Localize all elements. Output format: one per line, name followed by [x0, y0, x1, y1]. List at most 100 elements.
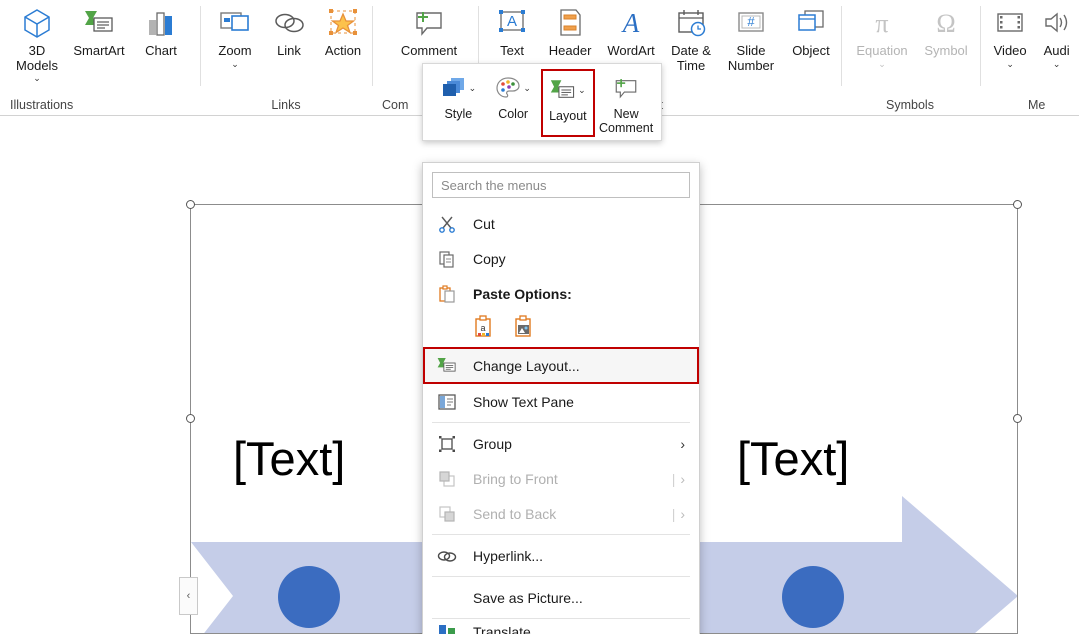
- mini-label-layout: Layout: [549, 109, 587, 123]
- mini-button-color[interactable]: ⌄ Color: [486, 69, 541, 137]
- ribbon-separator: [841, 6, 842, 86]
- context-menu-item-save-as-picture[interactable]: Save as Picture...: [423, 580, 699, 615]
- smartart-icon: [82, 6, 116, 40]
- context-menu-item-change-layout[interactable]: Change Layout...: [423, 347, 699, 384]
- ribbon-button-chart[interactable]: Chart: [130, 0, 192, 80]
- send-back-icon: [433, 503, 461, 525]
- context-menu-label-translate: Translate: [473, 624, 531, 634]
- link-icon: [272, 6, 306, 40]
- svg-text:Ω: Ω: [936, 9, 955, 38]
- search-menus-input[interactable]: Search the menus: [432, 172, 690, 198]
- chevron-down-icon[interactable]: ⌄: [231, 59, 239, 69]
- ribbon-group-illustrations: 3D Models ⌄ SmartArt Chart Illustrations: [0, 0, 200, 116]
- ribbon-label-slide-number: Slide Number: [727, 43, 775, 73]
- context-menu-item-group[interactable]: Group ›: [423, 426, 699, 461]
- mini-button-new-comment[interactable]: New Comment: [595, 69, 657, 137]
- mini-label-style: Style: [444, 107, 473, 121]
- context-menu-label-send-to-back: Send to Back: [473, 505, 557, 522]
- context-menu-label-copy: Copy: [473, 250, 506, 267]
- text-pane-toggle[interactable]: ‹: [179, 577, 198, 615]
- wordart-icon: A: [614, 6, 648, 40]
- ribbon-button-video[interactable]: Video ⌄: [986, 0, 1034, 80]
- svg-text:A: A: [507, 13, 517, 30]
- ribbon-button-3d-models[interactable]: 3D Models ⌄: [6, 0, 68, 83]
- mini-button-style[interactable]: ⌄ Style: [431, 69, 486, 137]
- chevron-down-icon[interactable]: ⌄: [1006, 59, 1014, 69]
- action-star-icon: [326, 6, 360, 40]
- context-menu-label-change-layout: Change Layout...: [473, 357, 580, 374]
- clipboard-icon: [433, 283, 461, 305]
- slide-number-icon: #: [734, 6, 768, 40]
- ribbon-group-links: Zoom ⌄ Link Action Links: [202, 0, 370, 116]
- context-menu-item-cut[interactable]: Cut: [423, 206, 699, 241]
- ribbon-button-action[interactable]: Action: [316, 0, 370, 80]
- chart-icon: [144, 6, 178, 40]
- context-menu-label-show-text-pane: Show Text Pane: [473, 393, 574, 410]
- hyperlink-icon: [433, 545, 461, 567]
- ribbon-button-audio[interactable]: Audi ⌄: [1034, 0, 1079, 80]
- ribbon-group-label-links: Links: [271, 98, 301, 112]
- chevron-right-icon: ›: [680, 505, 685, 522]
- ribbon-label-zoom: Zoom: [218, 43, 252, 58]
- context-menu-separator: [432, 576, 690, 577]
- chevron-down-icon[interactable]: ⌄: [469, 83, 477, 94]
- ribbon-group-label-media: Me: [1028, 98, 1046, 112]
- context-menu: Search the menus Cut Copy Paste Options:…: [422, 162, 700, 634]
- mini-label-color: Color: [498, 107, 529, 121]
- no-icon: [433, 587, 461, 609]
- ribbon-label-chart: Chart: [145, 43, 177, 58]
- ribbon-label-wordart: WordArt: [607, 43, 655, 58]
- context-menu-paste-options-header: Paste Options:: [423, 276, 699, 311]
- context-menu-item-hyperlink[interactable]: Hyperlink...: [423, 538, 699, 573]
- scissors-icon: [433, 213, 461, 235]
- ribbon-label-link: Link: [277, 43, 301, 58]
- ribbon-label-action: Action: [324, 43, 362, 58]
- context-menu-label-save-as-picture: Save as Picture...: [473, 589, 583, 606]
- pi-icon: π: [865, 6, 899, 40]
- context-menu-label-hyperlink: Hyperlink...: [473, 547, 544, 564]
- paste-keep-text-only-icon[interactable]: a: [473, 314, 495, 344]
- resize-handle-top-right[interactable]: [1013, 200, 1022, 209]
- ribbon-label-audio: Audi: [1043, 43, 1070, 58]
- chevron-down-icon[interactable]: ⌄: [1053, 59, 1061, 69]
- text-box-icon: A: [495, 6, 529, 40]
- smartart-layout-icon: [550, 77, 576, 103]
- mini-button-layout[interactable]: ⌄ Layout: [540, 69, 596, 137]
- ribbon-label-object: Object: [792, 43, 830, 58]
- ribbon-button-equation[interactable]: π Equation ⌄: [849, 0, 915, 80]
- context-menu-item-show-text-pane[interactable]: Show Text Pane: [423, 384, 699, 419]
- ribbon-label-video: Video: [993, 43, 1027, 58]
- context-menu-item-copy[interactable]: Copy: [423, 241, 699, 276]
- chevron-down-icon[interactable]: ⌄: [33, 73, 41, 83]
- chevron-right-icon: ›: [680, 435, 685, 452]
- powerpoint-window: 3D Models ⌄ SmartArt Chart Illustrations…: [0, 0, 1079, 634]
- ribbon-button-link[interactable]: Link: [262, 0, 316, 80]
- resize-handle-middle-right[interactable]: [1013, 414, 1022, 423]
- chevron-down-icon[interactable]: ⌄: [878, 59, 886, 69]
- ribbon-label-smartart: SmartArt: [73, 43, 125, 58]
- ribbon-button-object[interactable]: Object: [782, 0, 840, 80]
- layers-icon: [441, 75, 467, 101]
- ribbon-group-label-illustrations: Illustrations: [10, 98, 74, 112]
- chevron-down-icon[interactable]: ⌄: [523, 83, 531, 94]
- chevron-right-icon: ›: [680, 470, 685, 487]
- context-menu-item-translate[interactable]: Translate: [423, 622, 699, 634]
- svg-text:A: A: [621, 8, 640, 38]
- ribbon-button-symbol[interactable]: Ω Symbol: [915, 0, 977, 80]
- resize-handle-top-left[interactable]: [186, 200, 195, 209]
- svg-text:a: a: [480, 323, 485, 333]
- chevron-down-icon[interactable]: ⌄: [578, 85, 586, 96]
- ribbon-label-3d-models: 3D Models: [16, 43, 58, 73]
- bring-front-icon: [433, 468, 461, 490]
- context-menu-label-bring-to-front: Bring to Front: [473, 470, 558, 487]
- ribbon-separator: [980, 6, 981, 86]
- mini-label-new-comment: New Comment: [599, 107, 654, 135]
- calendar-clock-icon: [674, 6, 708, 40]
- ribbon-button-date-time[interactable]: Date & Time: [662, 0, 720, 80]
- paste-picture-icon[interactable]: [513, 314, 535, 344]
- resize-handle-middle-left[interactable]: [186, 414, 195, 423]
- ribbon-button-slide-number[interactable]: # Slide Number: [720, 0, 782, 80]
- ribbon-button-zoom[interactable]: Zoom ⌄: [208, 0, 262, 80]
- ribbon-button-smartart[interactable]: SmartArt: [68, 0, 130, 80]
- ribbon-label-text-box: Text: [500, 43, 524, 58]
